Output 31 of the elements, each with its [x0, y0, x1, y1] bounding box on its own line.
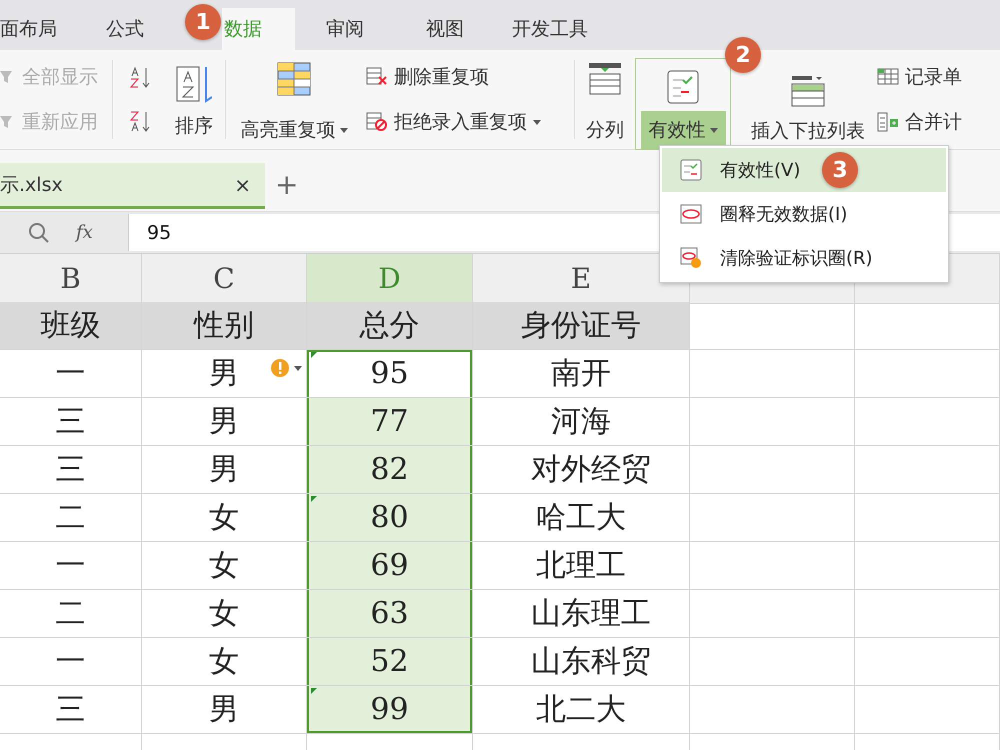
table-cell: 南开: [473, 350, 690, 398]
step-badge: 3: [822, 152, 858, 188]
table-cell: 身份证号: [473, 302, 690, 350]
table-cell: 性别: [142, 302, 307, 350]
table-cell: 三: [0, 446, 142, 494]
table-cell: 山东理工: [473, 590, 690, 638]
table-cell: 一: [0, 638, 142, 686]
table-cell: 河海: [473, 398, 690, 446]
table-cell: 77: [307, 398, 473, 446]
table-cell: 69: [307, 542, 473, 590]
table-cell: 北理工: [473, 542, 690, 590]
table-cell: 95: [307, 350, 473, 398]
table-cell: 一: [0, 542, 142, 590]
table-cell: 山东科贸: [473, 638, 690, 686]
table-cell: 北二大: [473, 686, 690, 734]
table-cell: 82: [307, 446, 473, 494]
table-cell: 三: [0, 686, 142, 734]
table-cell: 63: [307, 590, 473, 638]
table-cell: 三: [0, 398, 142, 446]
table-cell: 99: [307, 686, 473, 734]
table-cell: 一: [0, 350, 142, 398]
table-cell: 二: [0, 590, 142, 638]
table-cell: 总分: [307, 302, 473, 350]
table-cell: 52: [307, 638, 473, 686]
table-cell: 对外经贸: [473, 446, 690, 494]
table-cell: 男: [142, 350, 307, 398]
table-cell: 哈工大: [473, 494, 690, 542]
table-cell: 80: [307, 494, 473, 542]
table-cell: 二: [0, 494, 142, 542]
step-badge: 1: [185, 4, 221, 40]
table-cell: 班级: [0, 302, 142, 350]
